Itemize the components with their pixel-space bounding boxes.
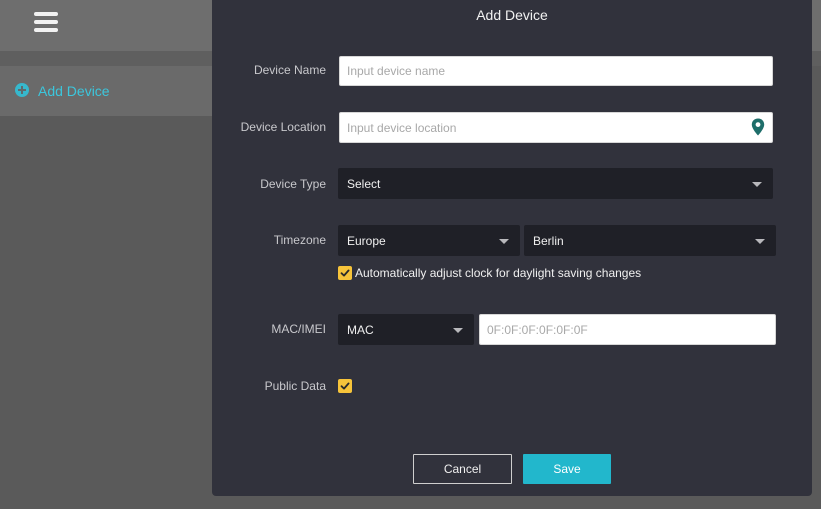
device-type-label: Device Type <box>260 177 326 191</box>
add-device-dialog: Add Device Device Name Device Location D… <box>212 0 812 496</box>
device-name-input[interactable] <box>339 56 773 86</box>
dst-checkbox-label: Automatically adjust clock for daylight … <box>355 266 642 280</box>
dialog-title: Add Device <box>476 7 548 23</box>
save-button[interactable]: Save <box>523 454 611 484</box>
cancel-button[interactable]: Cancel <box>413 454 512 484</box>
sidebar-item-add-device[interactable]: Add Device <box>0 66 212 116</box>
device-type-select[interactable]: Select <box>338 168 773 199</box>
chevron-down-icon <box>752 181 762 187</box>
mac-imei-type-select[interactable]: MAC <box>338 314 474 345</box>
device-name-label: Device Name <box>253 63 326 77</box>
device-location-input[interactable] <box>339 112 773 143</box>
timezone-region-select[interactable]: Europe <box>338 225 520 256</box>
timezone-city-value: Berlin <box>533 233 564 248</box>
checkmark-icon <box>340 269 350 277</box>
mac-address-input[interactable] <box>479 314 776 345</box>
mac-imei-label: MAC/IMEI <box>271 322 326 336</box>
public-data-label: Public Data <box>264 379 326 393</box>
sidebar-item-label: Add Device <box>38 83 110 99</box>
chevron-down-icon <box>453 327 463 333</box>
chevron-down-icon <box>755 238 765 244</box>
timezone-label: Timezone <box>273 233 326 247</box>
dst-checkbox[interactable] <box>338 266 352 280</box>
plus-circle-icon <box>15 83 29 97</box>
hamburger-menu-icon[interactable] <box>34 12 58 32</box>
public-data-checkbox[interactable] <box>338 379 352 393</box>
device-type-value: Select <box>347 176 381 191</box>
device-location-label: Device Location <box>240 120 326 134</box>
checkmark-icon <box>340 382 350 390</box>
hamburger-line <box>34 20 58 24</box>
map-pin-icon[interactable] <box>751 118 765 136</box>
hamburger-line <box>34 28 58 32</box>
mac-imei-type-value: MAC <box>347 322 374 337</box>
device-location-field <box>339 112 773 143</box>
hamburger-line <box>34 12 58 16</box>
timezone-city-select[interactable]: Berlin <box>524 225 776 256</box>
timezone-region-value: Europe <box>347 233 386 248</box>
chevron-down-icon <box>499 238 509 244</box>
